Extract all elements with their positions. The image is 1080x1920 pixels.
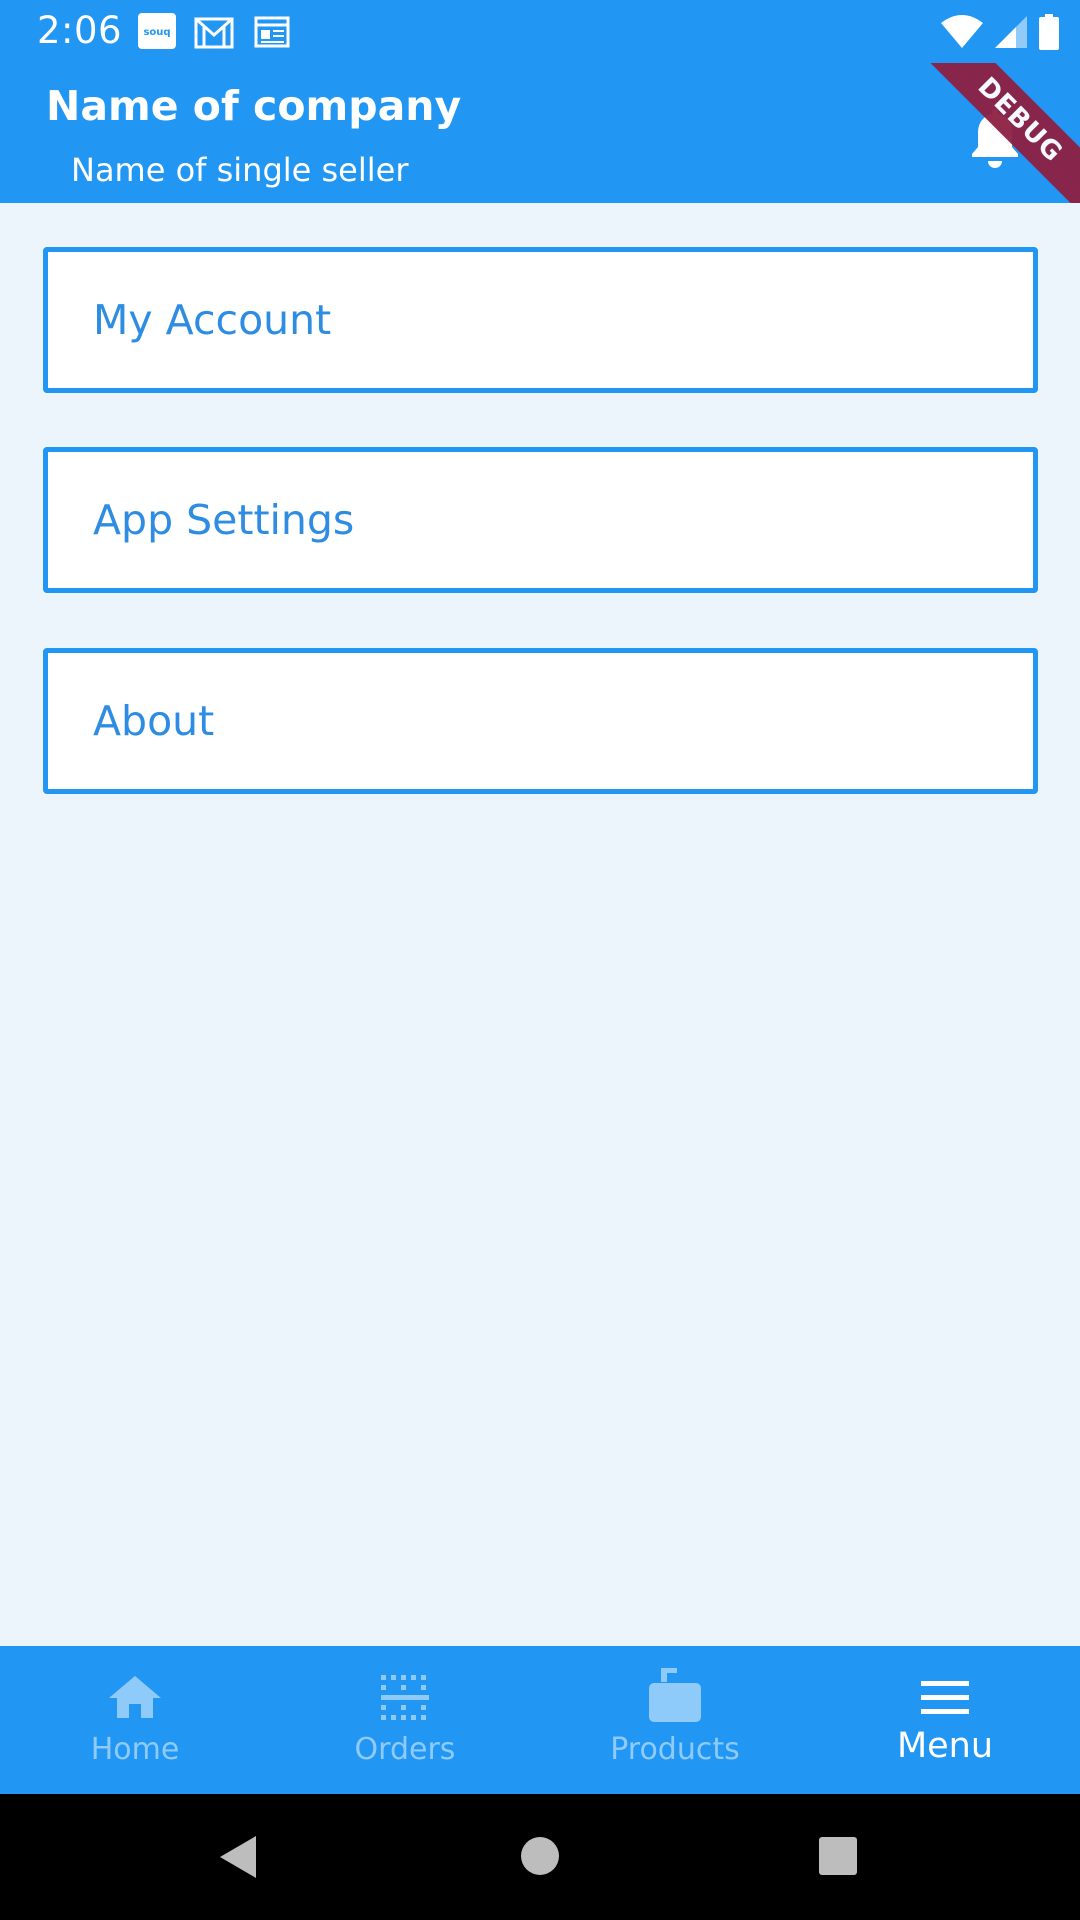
- about-button[interactable]: About: [43, 648, 1038, 794]
- status-time: 2:06: [37, 9, 123, 52]
- products-icon: [649, 1668, 701, 1722]
- status-bar: 2:06 souq: [0, 0, 1080, 63]
- home-circle-icon[interactable]: [520, 1836, 560, 1876]
- nav-label-menu: Menu: [896, 1726, 994, 1766]
- nav-item-menu[interactable]: Menu: [810, 1646, 1080, 1794]
- about-label: About: [93, 697, 215, 745]
- my-account-button[interactable]: My Account: [43, 247, 1038, 393]
- seller-name: Name of single seller: [71, 151, 409, 189]
- nav-label-products: Products: [610, 1732, 740, 1767]
- nav-label-orders: Orders: [354, 1732, 456, 1767]
- nav-item-orders[interactable]: Orders: [270, 1646, 540, 1794]
- company-name: Name of company: [46, 82, 462, 130]
- recents-icon[interactable]: [818, 1836, 858, 1876]
- status-indicators: [940, 12, 1060, 52]
- orders-icon: [381, 1675, 429, 1720]
- my-account-label: My Account: [93, 296, 332, 344]
- nav-item-products[interactable]: Products: [540, 1646, 810, 1794]
- bottom-nav: Home Orders Products Menu: [0, 1646, 1080, 1794]
- app-settings-label: App Settings: [93, 496, 355, 544]
- app-settings-button[interactable]: App Settings: [43, 447, 1038, 593]
- home-icon: [109, 1676, 161, 1718]
- battery-icon: [1039, 14, 1059, 50]
- back-icon[interactable]: [218, 1834, 258, 1880]
- souq-app-icon: souq: [138, 13, 176, 49]
- gmail-icon: [194, 17, 234, 49]
- app-bar: Name of company Name of single seller DE…: [0, 63, 1080, 203]
- wifi-icon: [941, 15, 983, 48]
- menu-icon: [921, 1681, 969, 1714]
- nav-item-home[interactable]: Home: [0, 1646, 270, 1794]
- system-nav-bar: [0, 1794, 1080, 1920]
- signal-icon: [995, 16, 1027, 48]
- nav-label-home: Home: [90, 1732, 180, 1767]
- news-icon: [254, 16, 290, 48]
- souq-logo-text: souq: [143, 27, 170, 38]
